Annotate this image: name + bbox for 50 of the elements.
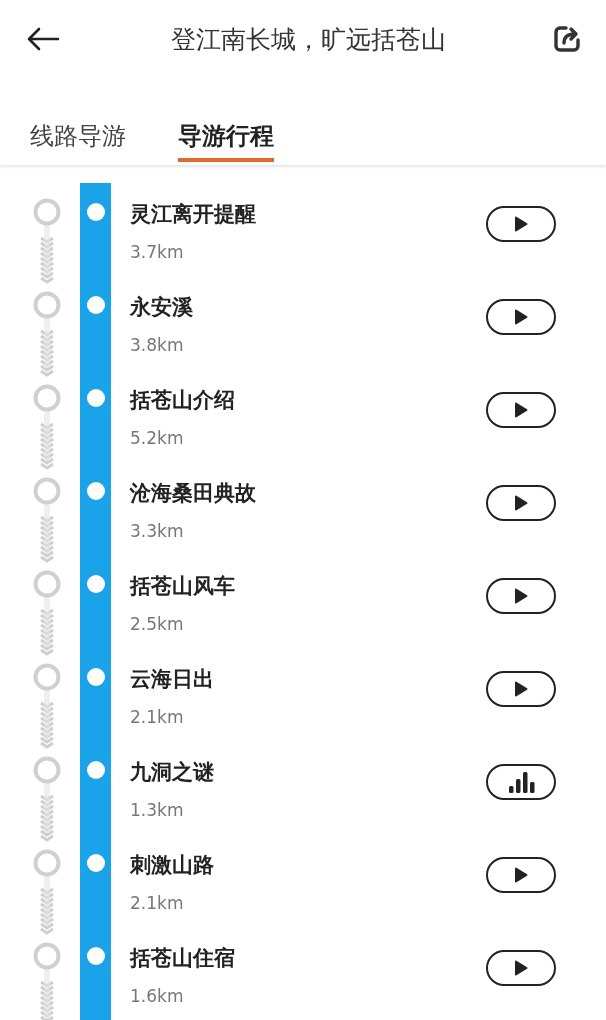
timeline-dot xyxy=(86,482,105,500)
share-icon[interactable] xyxy=(552,24,582,54)
play-button[interactable] xyxy=(486,485,556,521)
stop-distance: 2.1km xyxy=(130,707,185,727)
timeline-dot xyxy=(86,854,105,872)
play-button[interactable] xyxy=(486,950,556,986)
play-button[interactable] xyxy=(486,392,556,428)
page-title: 登江南长城，旷远括苍山 xyxy=(169,23,447,56)
stop-name[interactable]: 括苍山介绍 xyxy=(130,387,486,413)
timeline-dot xyxy=(86,389,105,407)
stop-distance: 1.3km xyxy=(130,800,185,820)
play-button[interactable] xyxy=(486,206,556,242)
stop-distance: 3.8km xyxy=(130,335,185,355)
stop-name[interactable]: 刺激山路 xyxy=(130,852,486,878)
stop-distance: 5.2km xyxy=(130,428,185,448)
stop-name[interactable]: 永安溪 xyxy=(130,294,486,320)
play-icon xyxy=(514,867,528,883)
timeline-dot xyxy=(86,203,105,221)
play-icon xyxy=(514,588,528,604)
back-arrow-icon[interactable] xyxy=(26,27,60,51)
stop-name[interactable]: 灵江离开提醒 xyxy=(130,201,486,227)
stop-distance: 3.3km xyxy=(130,521,185,541)
stop-distance: 2.5km xyxy=(130,614,185,634)
play-icon xyxy=(514,681,528,697)
timeline-dot xyxy=(86,668,105,686)
timeline-dot xyxy=(86,575,105,593)
play-button[interactable] xyxy=(486,299,556,335)
timeline-dot xyxy=(86,761,105,779)
stop-distance: 3.7km xyxy=(130,242,185,262)
play-button[interactable] xyxy=(486,671,556,707)
play-icon xyxy=(514,960,528,976)
play-button[interactable] xyxy=(486,857,556,893)
play-button[interactable] xyxy=(486,578,556,614)
play-icon xyxy=(514,495,528,511)
tab[interactable]: 导游行程 xyxy=(178,120,274,162)
play-icon xyxy=(514,216,528,232)
play-icon xyxy=(514,309,528,325)
play-icon xyxy=(514,402,528,418)
stop-distance: 1.6km xyxy=(130,986,185,1006)
stop-name[interactable]: 云海日出 xyxy=(130,666,486,692)
playing-button[interactable] xyxy=(486,764,556,800)
stop-distance: 2.1km xyxy=(130,893,185,913)
tab[interactable]: 线路导游 xyxy=(30,120,126,162)
audio-bars-icon xyxy=(506,771,536,793)
stop-name[interactable]: 九洞之谜 xyxy=(130,759,486,785)
stop-name[interactable]: 括苍山风车 xyxy=(130,573,486,599)
timeline-dot xyxy=(86,947,105,965)
stop-name[interactable]: 括苍山住宿 xyxy=(130,945,486,971)
timeline-dot xyxy=(86,296,105,314)
stop-name[interactable]: 沧海桑田典故 xyxy=(130,480,486,506)
